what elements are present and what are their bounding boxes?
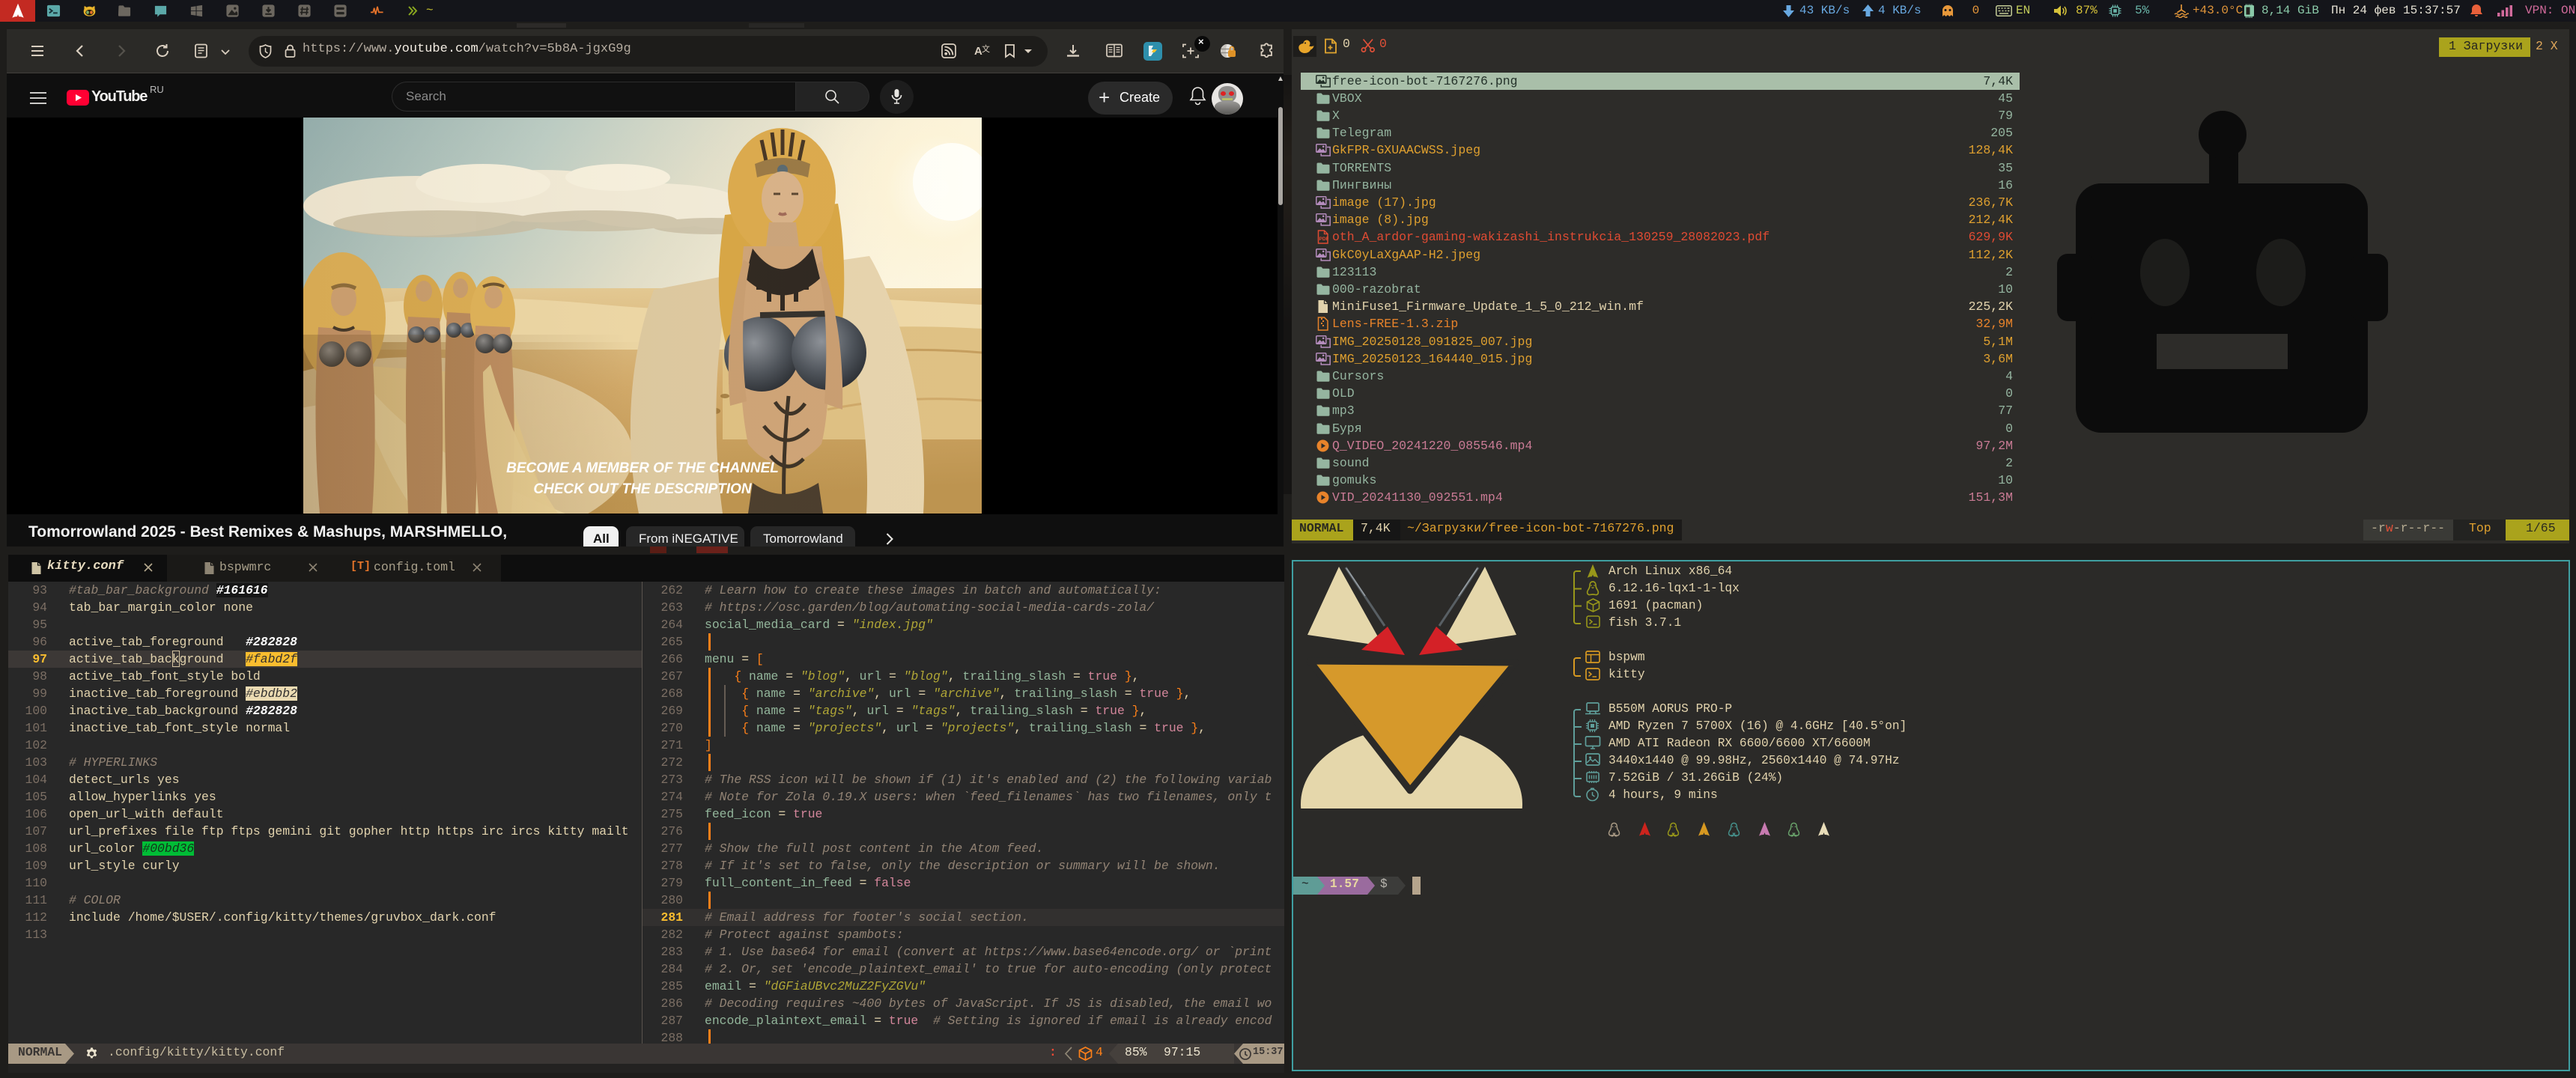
svg-text:PDF: PDF [1319,237,1329,242]
svg-text:BECOME A MEMBER OF THE CHANNEL: BECOME A MEMBER OF THE CHANNEL [506,460,779,476]
svg-text:CHECK OUT THE DESCRIPTION: CHECK OUT THE DESCRIPTION [533,481,753,497]
svg-text:文: 文 [982,43,990,54]
